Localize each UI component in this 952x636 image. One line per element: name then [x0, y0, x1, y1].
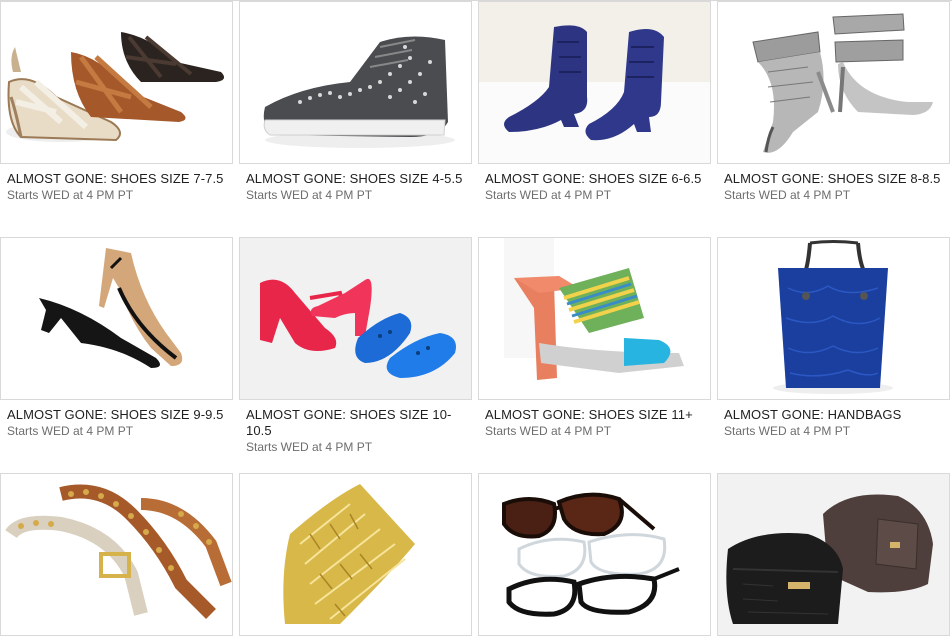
sale-title[interactable]: ALMOST GONE: SHOES SIZE 11+ [478, 407, 711, 423]
sale-title[interactable]: ALMOST GONE: HANDBAGS [717, 407, 950, 423]
sale-start-time: Starts WED at 4 PM PT [485, 188, 612, 202]
sale-card[interactable] [239, 473, 472, 636]
sale-start-time: Starts WED at 4 PM PT [485, 424, 612, 438]
sale-title[interactable]: ALMOST GONE: SHOES SIZE 9-9.5 [0, 407, 233, 423]
sale-card[interactable]: ALMOST GONE: SHOES SIZE 4-5.5 Starts WED… [239, 1, 472, 203]
studded-belts-image[interactable] [0, 473, 233, 636]
studded-sneaker-image[interactable] [239, 1, 472, 164]
sale-start-time: Starts WED at 4 PM PT [246, 440, 373, 454]
sale-title[interactable]: ALMOST GONE: SHOES SIZE 6-6.5 [478, 171, 711, 187]
pumps-image[interactable] [0, 237, 233, 400]
beaded-sandal-image[interactable] [478, 237, 711, 400]
leather-clutches-image[interactable] [717, 473, 950, 636]
sale-card[interactable]: ALMOST GONE: SHOES SIZE 10-10.5 Starts W… [239, 237, 472, 455]
sale-title[interactable]: ALMOST GONE: SHOES SIZE 10-10.5 [239, 407, 472, 439]
sunglasses-image[interactable] [478, 473, 711, 636]
sale-card[interactable] [0, 473, 233, 636]
sale-card[interactable]: ALMOST GONE: SHOES SIZE 7-7.5 Starts WED… [0, 1, 233, 203]
sandals-image[interactable] [0, 1, 233, 164]
sale-title[interactable]: ALMOST GONE: SHOES SIZE 7-7.5 [0, 171, 233, 187]
sale-card[interactable] [717, 473, 950, 636]
sale-card[interactable]: ALMOST GONE: HANDBAGS Starts WED at 4 PM… [717, 237, 950, 439]
snakeskin-heels-image[interactable] [717, 1, 950, 164]
blue-tote-image[interactable] [717, 237, 950, 400]
sale-card[interactable]: ALMOST GONE: SHOES SIZE 8-8.5 Starts WED… [717, 1, 950, 203]
sale-start-time: Starts WED at 4 PM PT [246, 188, 373, 202]
jelly-shoes-image[interactable] [239, 237, 472, 400]
sale-start-time: Starts WED at 4 PM PT [7, 188, 134, 202]
sale-title[interactable]: ALMOST GONE: SHOES SIZE 8-8.5 [717, 171, 950, 187]
sale-card[interactable]: ALMOST GONE: SHOES SIZE 11+ Starts WED a… [478, 237, 711, 439]
sale-start-time: Starts WED at 4 PM PT [724, 188, 851, 202]
sale-start-time: Starts WED at 4 PM PT [724, 424, 851, 438]
sale-card[interactable]: ALMOST GONE: SHOES SIZE 9-9.5 Starts WED… [0, 237, 233, 439]
sale-start-time: Starts WED at 4 PM PT [7, 424, 134, 438]
suede-booties-image[interactable] [478, 1, 711, 164]
sale-card[interactable]: ALMOST GONE: SHOES SIZE 6-6.5 Starts WED… [478, 1, 711, 203]
sale-card[interactable] [478, 473, 711, 636]
sale-title[interactable]: ALMOST GONE: SHOES SIZE 4-5.5 [239, 171, 472, 187]
gold-cuff-image[interactable] [239, 473, 472, 636]
